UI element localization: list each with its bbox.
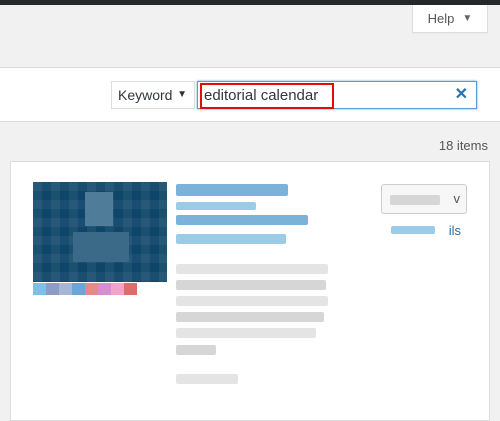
plugin-title-blurred[interactable] <box>176 215 308 225</box>
more-details-link-blurred[interactable] <box>391 226 435 234</box>
plugin-card: v ils <box>10 161 490 421</box>
plugin-description-blurred <box>176 328 316 338</box>
search-type-label: Keyword <box>118 87 173 103</box>
more-details-link[interactable]: ils <box>449 223 461 238</box>
select-caret-icon: ▼ <box>177 89 187 100</box>
plugin-description-blurred <box>176 264 328 274</box>
help-label: Help <box>427 11 455 26</box>
thumbnail-figure-head <box>85 192 113 226</box>
plugin-search-input[interactable]: editorial calendar ✕ <box>197 81 477 109</box>
plugin-description-blurred <box>176 296 328 306</box>
results-count: 18 items <box>438 138 488 153</box>
chevron-down-icon: ▼ <box>462 13 473 24</box>
plugin-description-blurred <box>176 345 216 355</box>
search-type-select[interactable]: Keyword ▼ <box>111 81 195 109</box>
help-tab-button[interactable]: Help ▼ <box>412 5 488 33</box>
swatch <box>59 283 72 295</box>
plugin-thumbnail[interactable] <box>33 182 167 282</box>
swatch <box>111 283 124 295</box>
swatch <box>85 283 98 295</box>
clear-search-icon[interactable]: ✕ <box>455 86 468 104</box>
plugin-title-blurred[interactable] <box>176 202 256 210</box>
plugin-title-blurred[interactable] <box>176 184 288 196</box>
plugin-thumbnail-swatches <box>33 283 137 295</box>
plugin-description-blurred <box>176 280 326 290</box>
swatch <box>98 283 111 295</box>
plugin-description-blurred <box>176 312 324 322</box>
swatch <box>46 283 59 295</box>
swatch <box>124 283 137 295</box>
swatch <box>33 283 46 295</box>
install-now-button[interactable]: v <box>381 184 467 214</box>
thumbnail-figure-body <box>73 232 129 262</box>
install-button-label-blurred <box>390 195 440 205</box>
search-input-value[interactable]: editorial calendar <box>200 83 335 109</box>
plugin-author-blurred[interactable] <box>176 234 286 244</box>
install-button-label: v <box>453 191 461 206</box>
search-filter-bar: Keyword ▼ editorial calendar ✕ <box>0 67 500 122</box>
swatch <box>72 283 85 295</box>
plugin-meta-blurred <box>176 374 238 384</box>
